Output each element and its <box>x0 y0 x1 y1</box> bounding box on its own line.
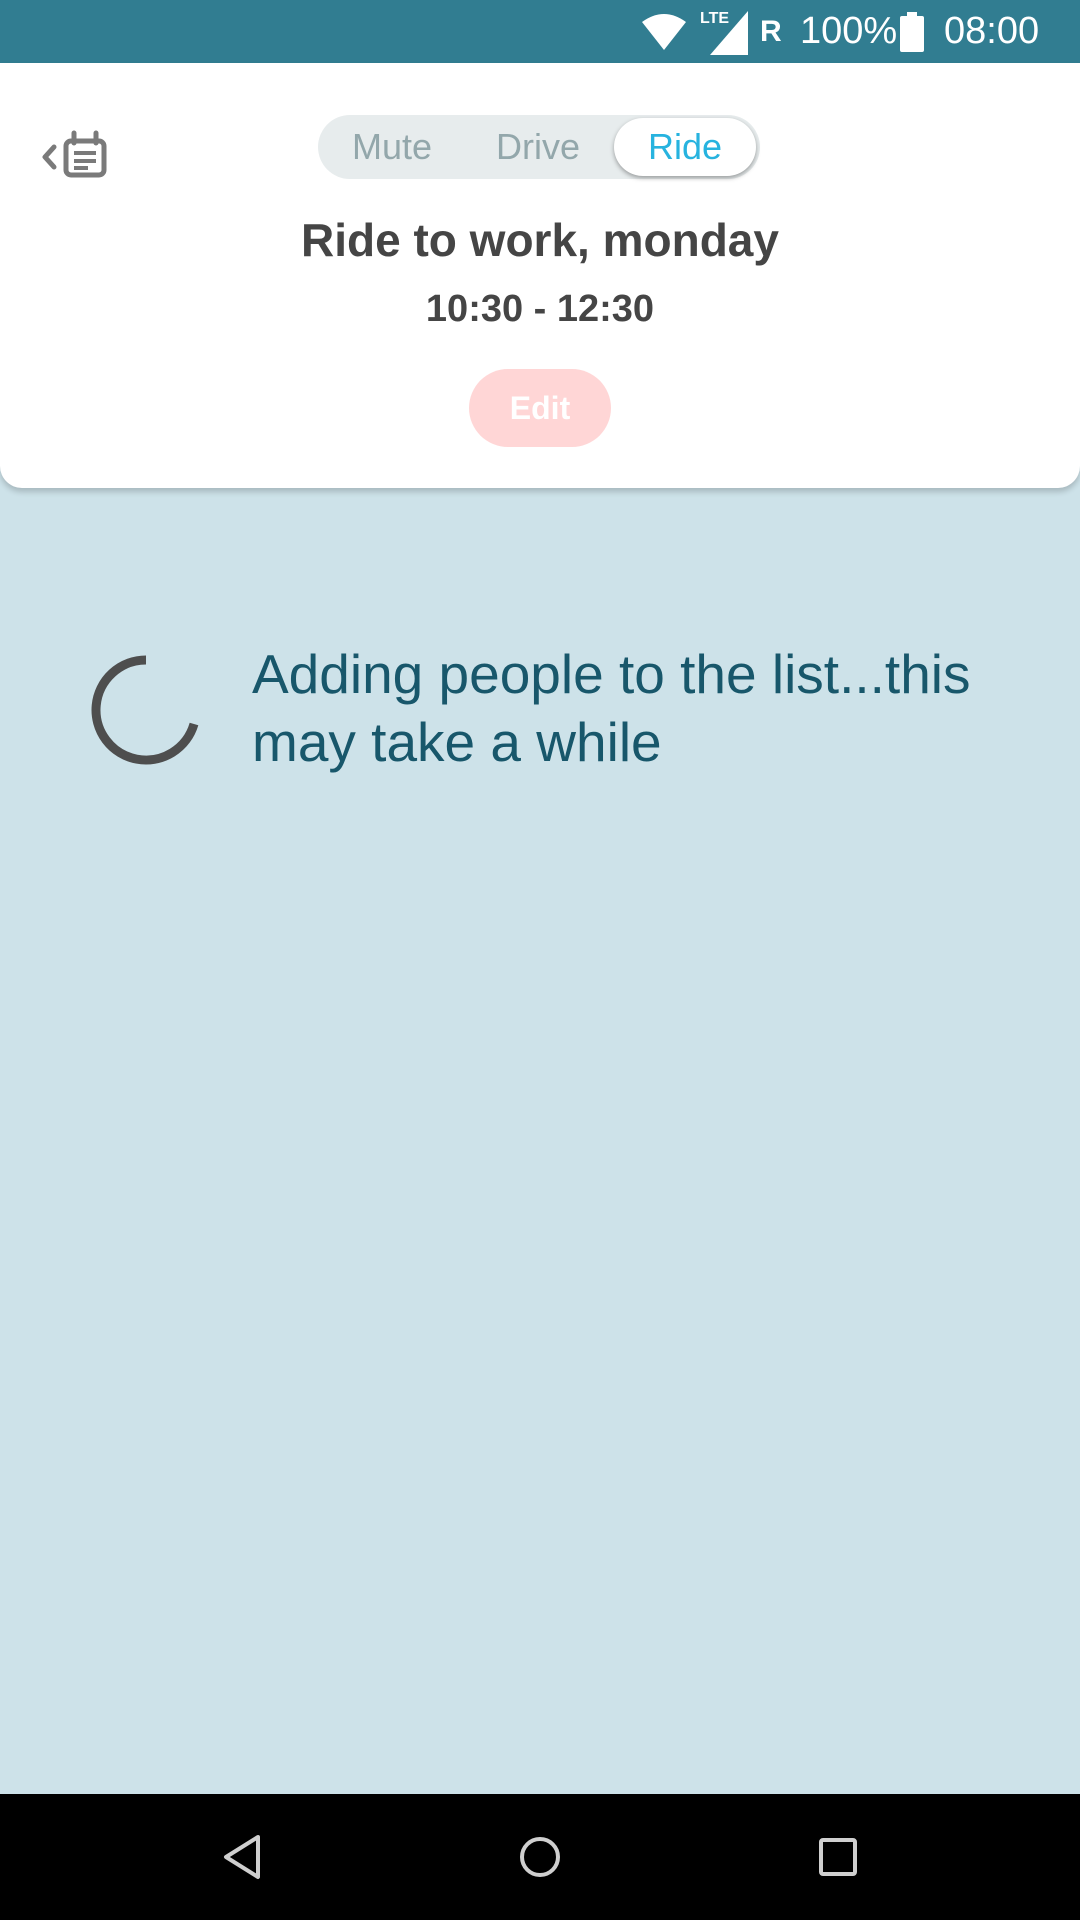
back-triangle-icon[interactable] <box>212 1827 272 1887</box>
network-type-label: LTE <box>700 10 729 27</box>
recents-square-icon[interactable] <box>808 1827 868 1887</box>
battery-percent: 100% <box>800 10 898 52</box>
loading-spinner-icon <box>90 654 202 766</box>
loading-message: Adding people to the list...this may tak… <box>252 643 971 773</box>
edit-button[interactable]: Edit <box>469 369 611 447</box>
event-time-range: 10:30 - 12:30 <box>425 288 655 330</box>
signal-icon: LTE <box>700 0 750 63</box>
calendar-back-button[interactable] <box>36 123 116 203</box>
clock: 08:00 <box>944 10 1040 52</box>
status-bar: LTE R 100% 08:00 <box>0 0 1080 63</box>
battery-icon <box>900 0 924 63</box>
home-circle-icon[interactable] <box>510 1827 570 1887</box>
event-title: Ride to work, monday <box>301 214 779 266</box>
mode-selector: Mute Drive Ride <box>318 115 760 179</box>
roaming-indicator: R <box>760 14 782 48</box>
mode-mute-tab[interactable]: Mute <box>318 115 466 179</box>
mode-drive-tab[interactable]: Drive <box>466 115 610 179</box>
wifi-icon <box>640 0 688 63</box>
event-header-card: Mute Drive Ride Ride to work, monday 10:… <box>0 63 1080 488</box>
navigation-bar <box>0 1794 1080 1920</box>
calendar-back-icon <box>42 130 107 178</box>
mode-ride-tab[interactable]: Ride <box>614 118 756 176</box>
